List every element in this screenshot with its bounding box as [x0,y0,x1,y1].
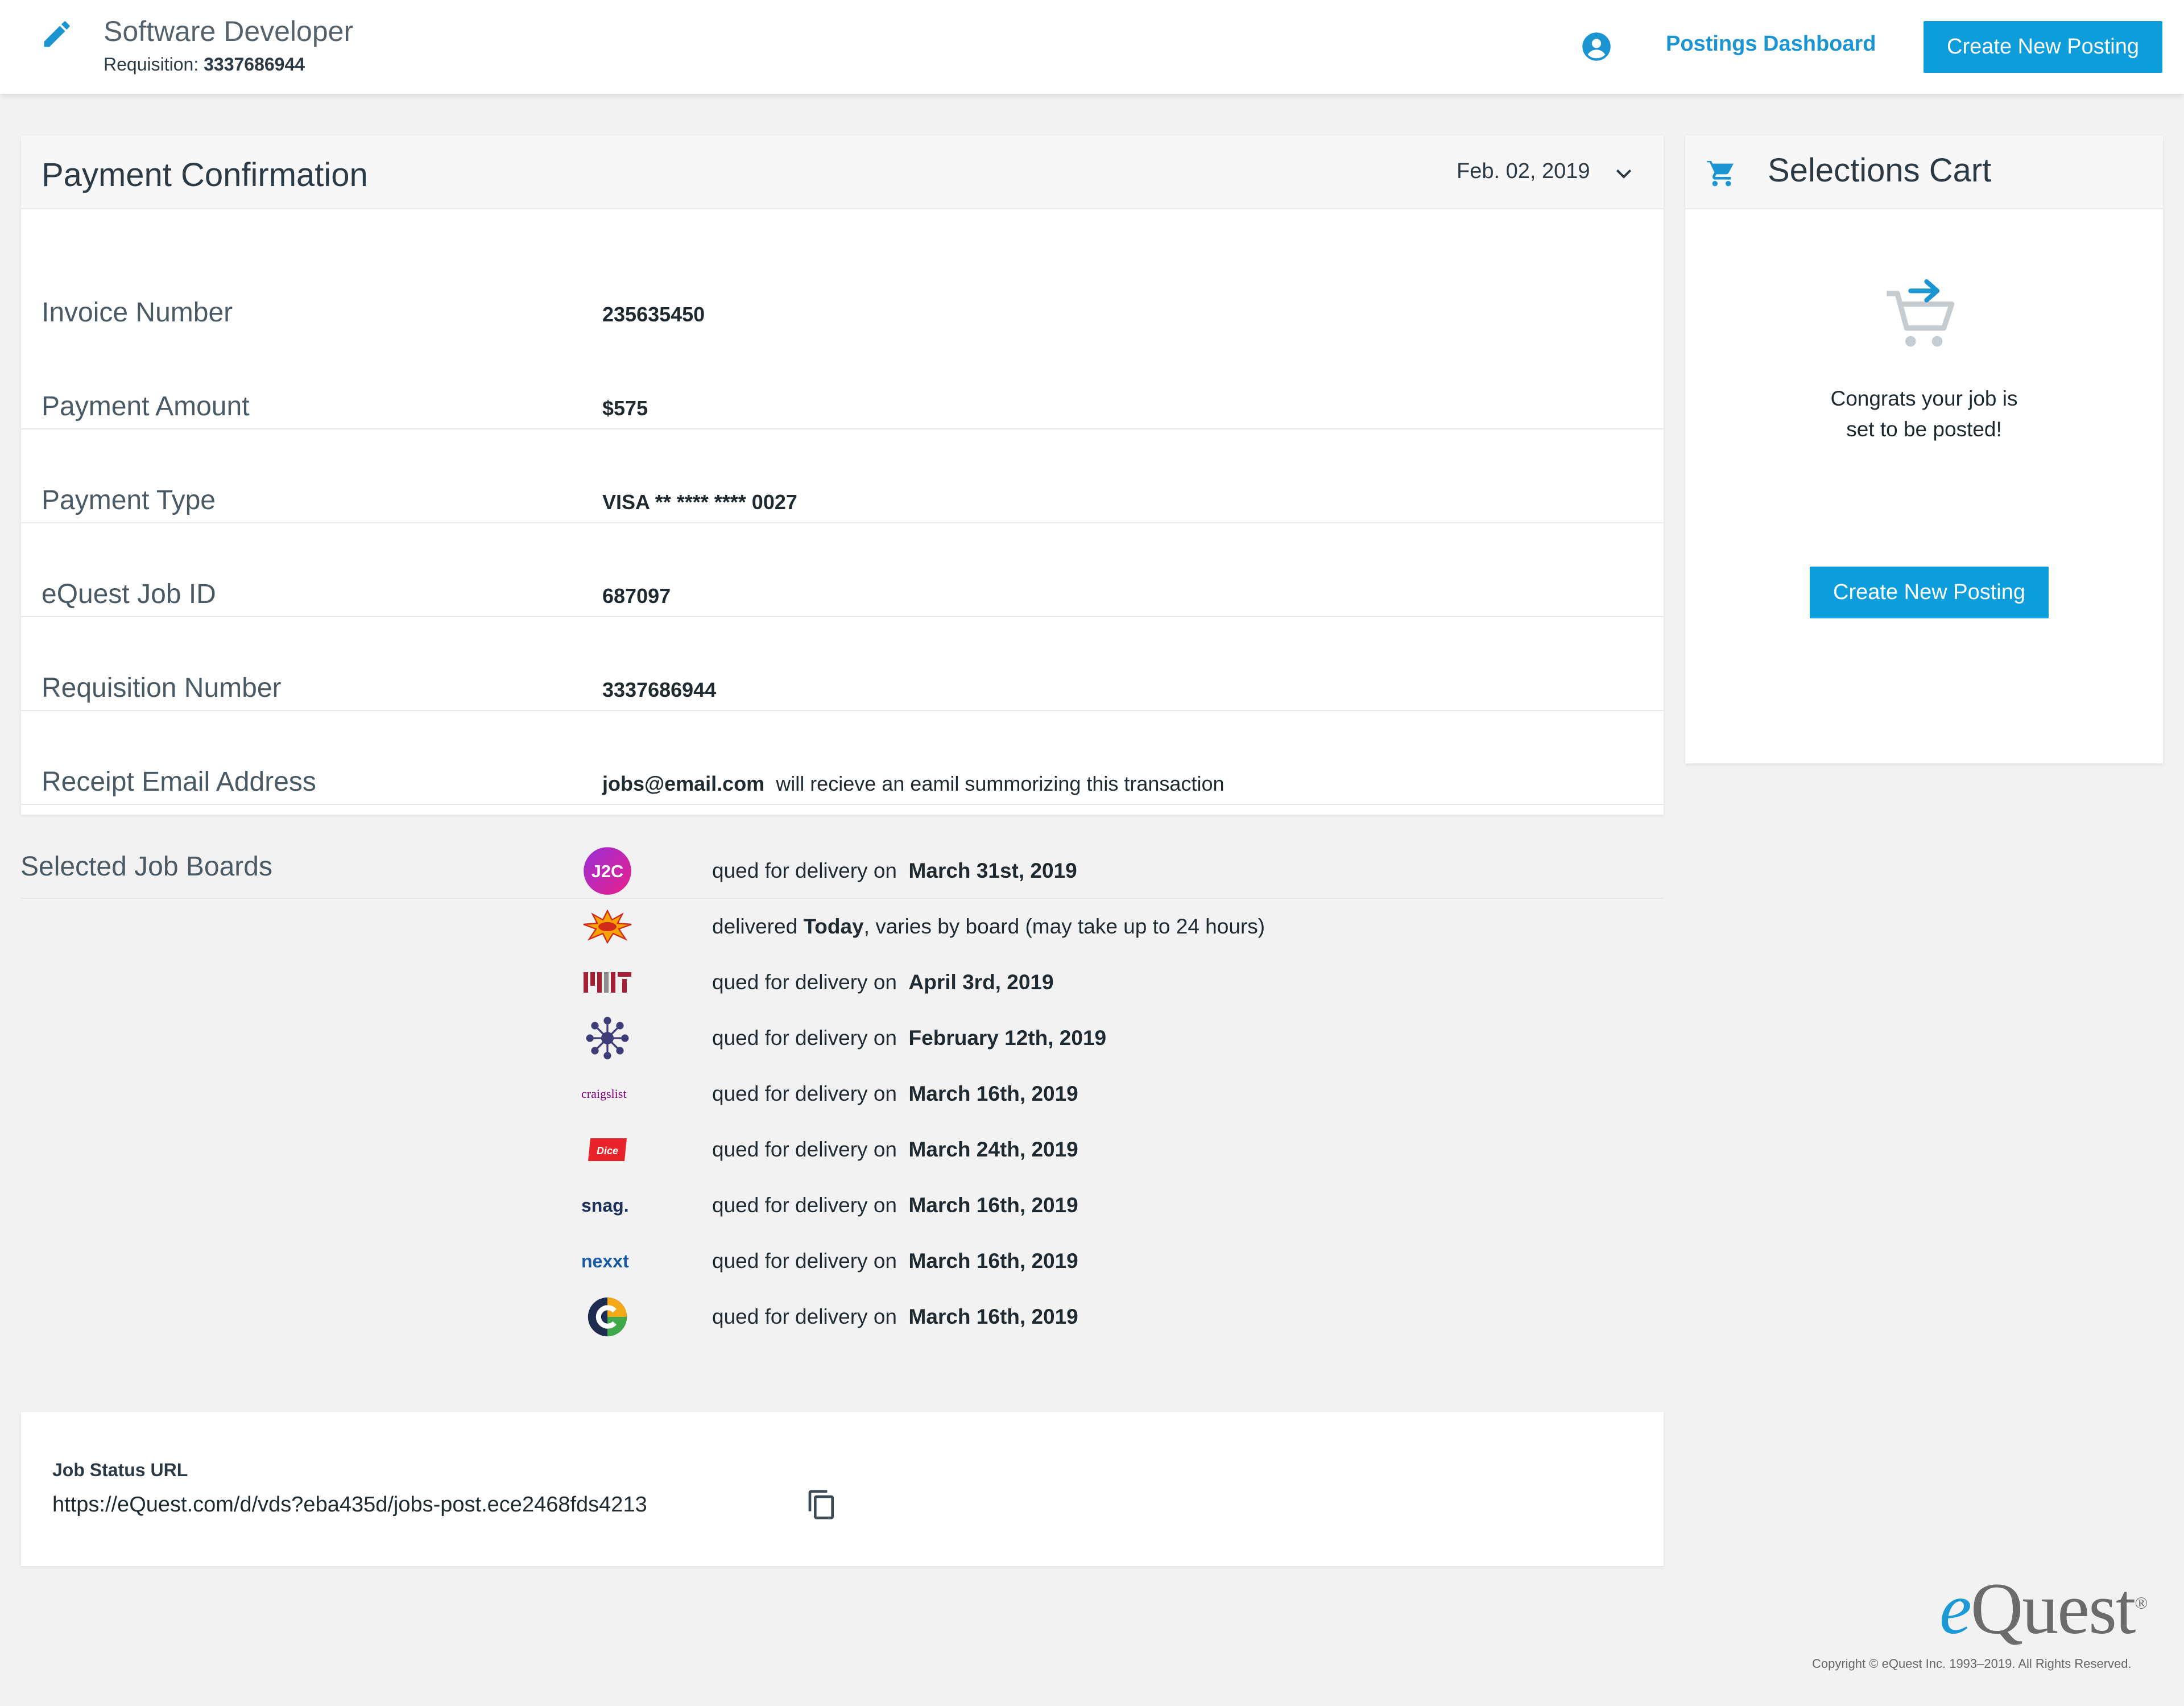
requisition-number-value: 3337686944 [602,678,717,701]
dice-logo-text: Dice [597,1145,618,1156]
board-status-prefix: qued for delivery on [712,1082,897,1105]
equest-job-id-value: 687097 [602,584,671,608]
invoice-number-value: 235635450 [602,303,705,326]
payment-amount-row: Payment Amount $575 [21,391,1664,523]
row-label: Invoice Number [42,298,233,328]
row-label: Payment Type [42,485,216,515]
cart-create-new-posting-button[interactable]: Create New Posting [1810,567,2049,618]
job-status-url-card: Job Status URL https://eQuest.com/d/vds?… [21,1412,1664,1566]
burst-logo-icon [581,900,634,953]
requisition-number: 3337686944 [204,54,305,75]
nexxt-logo-text: nexxt [581,1250,629,1271]
board-status-4: qued for delivery on March 16th, 2019 [712,1082,1078,1106]
equest-logo-mark: ® [2135,1593,2148,1613]
congrats-line-2: set to be posted! [1846,418,2002,441]
snag-logo-icon: snag. [581,1179,650,1232]
job-status-url-label: Job Status URL [52,1460,188,1480]
selections-cart-title: Selections Cart [1768,152,1992,189]
payment-confirmation-card: Payment Confirmation Feb. 02, 2019 Invoi… [21,135,1664,899]
equest-logo-e: e [1939,1568,1972,1649]
board-status-prefix: delivered [712,915,798,938]
board-status-prefix: qued for delivery on [712,1026,897,1050]
cart-arrow-icon [1887,279,1955,347]
congrats-message: Congrats your job is set to be posted! [1753,383,2095,445]
board-status-6: qued for delivery on March 16th, 2019 [712,1193,1078,1217]
postings-dashboard-link[interactable]: Postings Dashboard [1666,32,1876,56]
selections-cart-card: Selections Cart Congrats your job is set… [1685,135,2163,763]
snag-logo-text: snag. [581,1195,629,1216]
svg-text:J2C: J2C [592,861,624,881]
payment-amount-value: $575 [602,396,648,420]
shopping-cart-icon [1707,159,1734,187]
payment-confirmation-title: Payment Confirmation [42,156,368,193]
board-status-prefix: qued for delivery on [712,859,897,882]
copy-icon[interactable] [806,1489,838,1521]
board-status-0: qued for delivery on March 31st, 2019 [712,859,1077,883]
account-circle-icon[interactable] [1581,31,1612,62]
network-logo-icon [581,1012,634,1064]
row-label: Requisition Number [42,673,282,703]
board-status-1: delivered Today, varies by board (may ta… [712,915,1265,939]
board-status-date: Today [803,915,864,938]
board-status-prefix: qued for delivery on [712,1249,897,1273]
payment-date[interactable]: Feb. 02, 2019 [1457,159,1590,184]
job-status-url-value[interactable]: https://eQuest.com/d/vds?eba435d/jobs-po… [52,1493,647,1517]
board-status-date: March 16th, 2019 [908,1082,1078,1105]
board-status-prefix: qued for delivery on [712,1305,897,1328]
board-status-date: March 16th, 2019 [908,1193,1078,1217]
board-status-date: March 16th, 2019 [908,1249,1078,1273]
board-status-date: March 16th, 2019 [908,1305,1078,1328]
top-bar: Software Developer Requisition: 33376869… [0,0,2184,94]
board-status-3: qued for delivery on February 12th, 2019 [712,1026,1106,1050]
board-status-date: March 31st, 2019 [908,859,1077,882]
row-label: Payment Amount [42,391,250,422]
board-status-date: April 3rd, 2019 [908,970,1054,994]
cart-header: Selections Cart [1685,135,2163,209]
chevron-down-icon[interactable] [1612,163,1635,185]
board-status-7: qued for delivery on March 16th, 2019 [712,1249,1078,1273]
board-status-5: qued for delivery on March 24th, 2019 [712,1138,1078,1162]
craigslist-logo-text: craigslist [581,1087,627,1101]
row-label: Receipt Email Address [42,767,316,797]
edit-pencil-icon[interactable] [40,17,74,51]
receipt-email-value: jobs@email.com will recieve an eamil sum… [602,772,1225,796]
copyright-text: Copyright © eQuest Inc. 1993–2019. All R… [1812,1657,2132,1671]
board-status-8: qued for delivery on March 16th, 2019 [712,1305,1078,1329]
job-title: Software Developer [104,15,354,47]
payment-type-row: Payment Type VISA ** **** **** 0027 [21,485,1664,617]
board-status-date: February 12th, 2019 [908,1026,1107,1050]
payment-card-header: Payment Confirmation Feb. 02, 2019 [21,135,1664,209]
nexxt-logo-icon: nexxt [581,1235,650,1287]
craigslist-logo-icon: craigslist [581,1068,650,1120]
congrats-line-1: Congrats your job is [1830,387,2018,410]
receipt-email: jobs@email.com [602,772,765,795]
equest-logo-text: Quest [1970,1568,2136,1649]
board-status-prefix: qued for delivery on [712,1138,897,1161]
mit-logo-icon [581,956,634,1009]
board-status-prefix: qued for delivery on [712,970,897,994]
board-status-prefix: qued for delivery on [712,1193,897,1217]
dice-logo-icon: Dice [581,1123,634,1176]
invoice-number-row: Invoice Number 235635450 [21,298,1664,429]
j2c-logo-icon: J2C [581,845,634,897]
equest-logo: eQuest® [1939,1567,2148,1651]
requisition-line: Requisition: 3337686944 [104,54,305,75]
board-status-2: qued for delivery on April 3rd, 2019 [712,970,1054,994]
payment-type-value: VISA ** **** **** 0027 [602,490,797,514]
requisition-label: Requisition: [104,54,199,75]
board-status-date: March 24th, 2019 [908,1138,1078,1161]
create-new-posting-button[interactable]: Create New Posting [1924,21,2162,73]
receipt-email-note: will recieve an eamil summorizing this t… [776,772,1225,795]
row-label: eQuest Job ID [42,579,216,609]
board-status-suffix: , varies by board (may take up to 24 hou… [863,915,1265,938]
circle-c-logo-icon [581,1291,634,1343]
